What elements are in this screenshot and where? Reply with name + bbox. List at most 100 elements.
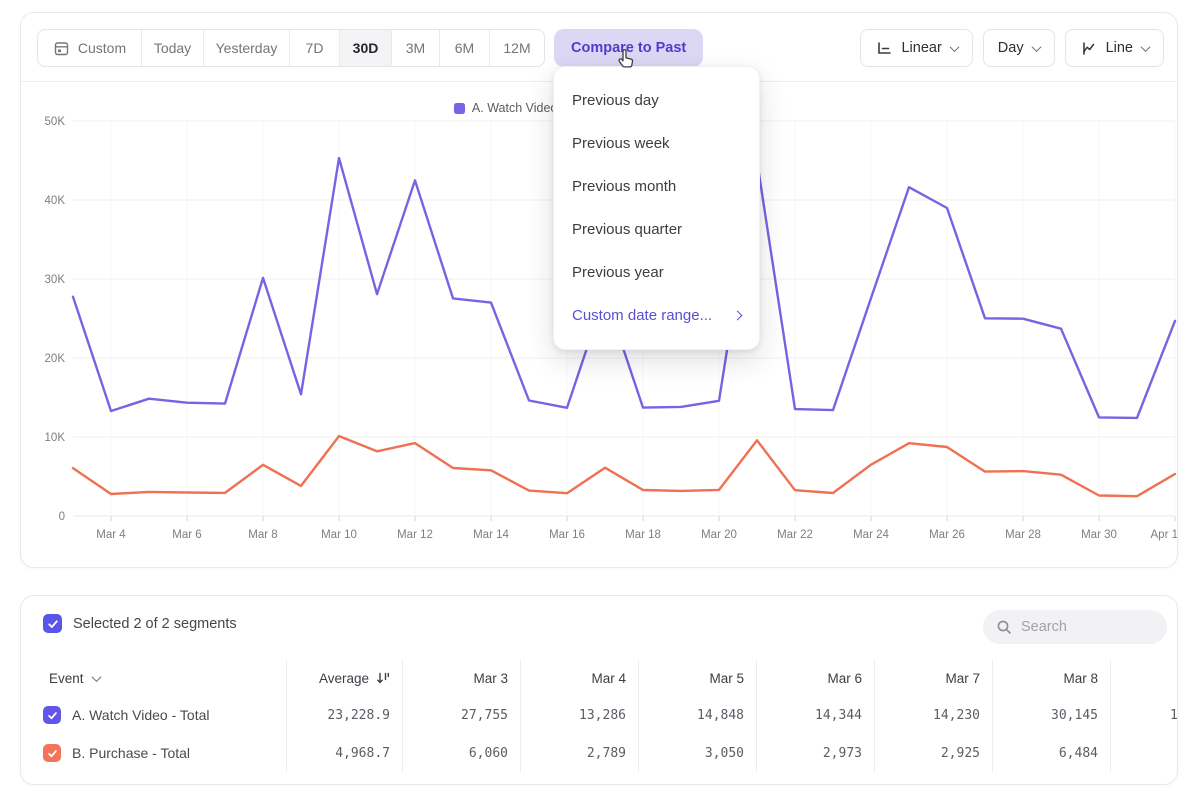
sort-descending-icon [376,671,390,685]
value-cell: 2,789 [521,734,639,772]
interval-label: Day [998,40,1024,56]
calendar-icon [53,40,70,57]
value-cell: 14,344 [757,696,875,734]
compare-to-past-menu: Previous dayPrevious weekPrevious monthP… [553,66,760,350]
x-axis-tick-label: Mar 22 [777,529,813,541]
segment-checkbox[interactable] [43,744,61,762]
date-column-header: Mar 6 [757,660,875,696]
value-cell: 30,145 [993,696,1111,734]
range-button-label: 6M [455,40,474,56]
segments-table: Event Average Mar 3Mar 4Mar 5Mar 6Mar 7 Mar… [21,660,1178,772]
menu-item-custom-date-range[interactable]: Custom date range... [554,294,759,337]
date-column-header: Mar 9 [1111,660,1178,696]
menu-item-previous-day[interactable]: Previous day [554,79,759,122]
search-box[interactable] [983,610,1167,644]
x-axis-tick-label: Mar 10 [321,529,357,541]
range-button-label: 30D [353,40,379,56]
range-button-6m[interactable]: 6M [440,30,490,66]
range-button-12m[interactable]: 12M [490,30,544,66]
average-header-label: Average [319,671,369,686]
menu-item-previous-week[interactable]: Previous week [554,122,759,165]
y-axis-tick-label: 10K [45,432,66,444]
menu-item-previous-quarter[interactable]: Previous quarter [554,208,759,251]
chart-controls: Linear Day Line [860,29,1164,67]
range-button-30d[interactable]: 30D [340,30,392,66]
select-all-checkbox[interactable] [43,614,62,633]
range-button-label: 7D [306,40,324,56]
average-column-header[interactable]: Average [287,660,403,696]
x-axis-tick-label: Mar 28 [1005,529,1041,541]
check-icon [47,748,58,759]
compare-to-past-button[interactable]: Compare to Past [554,29,703,67]
x-axis-tick-label: Mar 30 [1081,529,1117,541]
chevron-right-icon [733,311,743,321]
menu-item-previous-month[interactable]: Previous month [554,165,759,208]
linear-axis-icon [875,40,892,57]
chevron-down-icon [1141,42,1151,52]
value-cell: 14,230 [875,696,993,734]
segments-table-card: Selected 2 of 2 segments Event Average Mar… [20,595,1178,785]
value-cell: 3,050 [639,734,757,772]
value-cell: 14,848 [639,696,757,734]
segment-name: A. Watch Video - Total [72,707,209,723]
date-column-header: Mar 5 [639,660,757,696]
x-axis-tick-label: Apr 1 [1151,529,1179,541]
event-column-header[interactable]: Event [21,660,287,696]
y-axis-tick-label: 50K [45,116,66,128]
custom-date-range-label: Custom date range... [572,307,712,324]
x-axis-tick-label: Mar 4 [96,529,126,541]
y-axis-tick-label: 40K [45,195,66,207]
y-axis-tick-label: 30K [45,274,66,286]
segments-bar: Selected 2 of 2 segments [43,614,237,633]
scale-dropdown[interactable]: Linear [860,29,972,67]
x-axis-tick-label: Mar 16 [549,529,585,541]
analytics-dashboard: Custom Today Yesterday 7D 30D 3M 6M 12M Compare… [0,0,1200,802]
segment-row-label: A. Watch Video - Total [21,696,287,734]
date-column-header: Mar 3 [403,660,521,696]
event-header-label: Event [49,671,84,686]
range-button-yesterday[interactable]: Yesterday [204,30,290,66]
range-button-label: Today [154,40,191,56]
range-button-label: 3M [406,40,425,56]
x-axis-tick-label: Mar 14 [473,529,509,541]
series-line [73,436,1175,496]
value-cell: 6,060 [403,734,521,772]
chevron-down-icon [1031,42,1041,52]
interval-dropdown[interactable]: Day [983,29,1055,67]
legend-swatch [454,103,465,114]
y-axis-tick-label: 0 [59,511,65,523]
x-axis-tick-label: Mar 12 [397,529,433,541]
scale-label: Linear [901,40,941,56]
value-cell: 2,925 [875,734,993,772]
x-axis-tick-label: Mar 18 [625,529,661,541]
range-button-today[interactable]: Today [142,30,204,66]
value-cell: 2,973 [757,734,875,772]
x-axis-tick-label: Mar 6 [172,529,201,541]
chart-type-label: Line [1106,40,1133,56]
check-icon [47,618,59,630]
chevron-down-icon [91,672,101,682]
chevron-down-icon [949,42,959,52]
range-button-label: 12M [503,40,530,56]
x-axis-tick-label: Mar 26 [929,529,965,541]
value-cell: 6,484 [993,734,1111,772]
range-button-7d[interactable]: 7D [290,30,340,66]
value-cell: 3,805 [1111,734,1178,772]
range-button-3m[interactable]: 3M [392,30,440,66]
search-input[interactable] [1021,619,1151,635]
value-cell: 27,755 [403,696,521,734]
value-cell: 15,407 [1111,696,1178,734]
y-axis-tick-label: 20K [45,353,66,365]
search-icon [996,619,1012,635]
date-column-header: Mar 4 [521,660,639,696]
chart-type-dropdown[interactable]: Line [1065,29,1164,67]
x-axis-tick-label: Mar 20 [701,529,737,541]
date-range-segmented-control: Custom Today Yesterday 7D 30D 3M 6M 12M [37,29,545,67]
range-button-custom[interactable]: Custom [38,30,142,66]
segment-checkbox[interactable] [43,706,61,724]
date-column-header: Mar 7 [875,660,993,696]
segment-name: B. Purchase - Total [72,745,190,761]
x-axis-tick-label: Mar 24 [853,529,889,541]
menu-item-previous-year[interactable]: Previous year [554,251,759,294]
segments-count-label: Selected 2 of 2 segments [73,616,237,632]
